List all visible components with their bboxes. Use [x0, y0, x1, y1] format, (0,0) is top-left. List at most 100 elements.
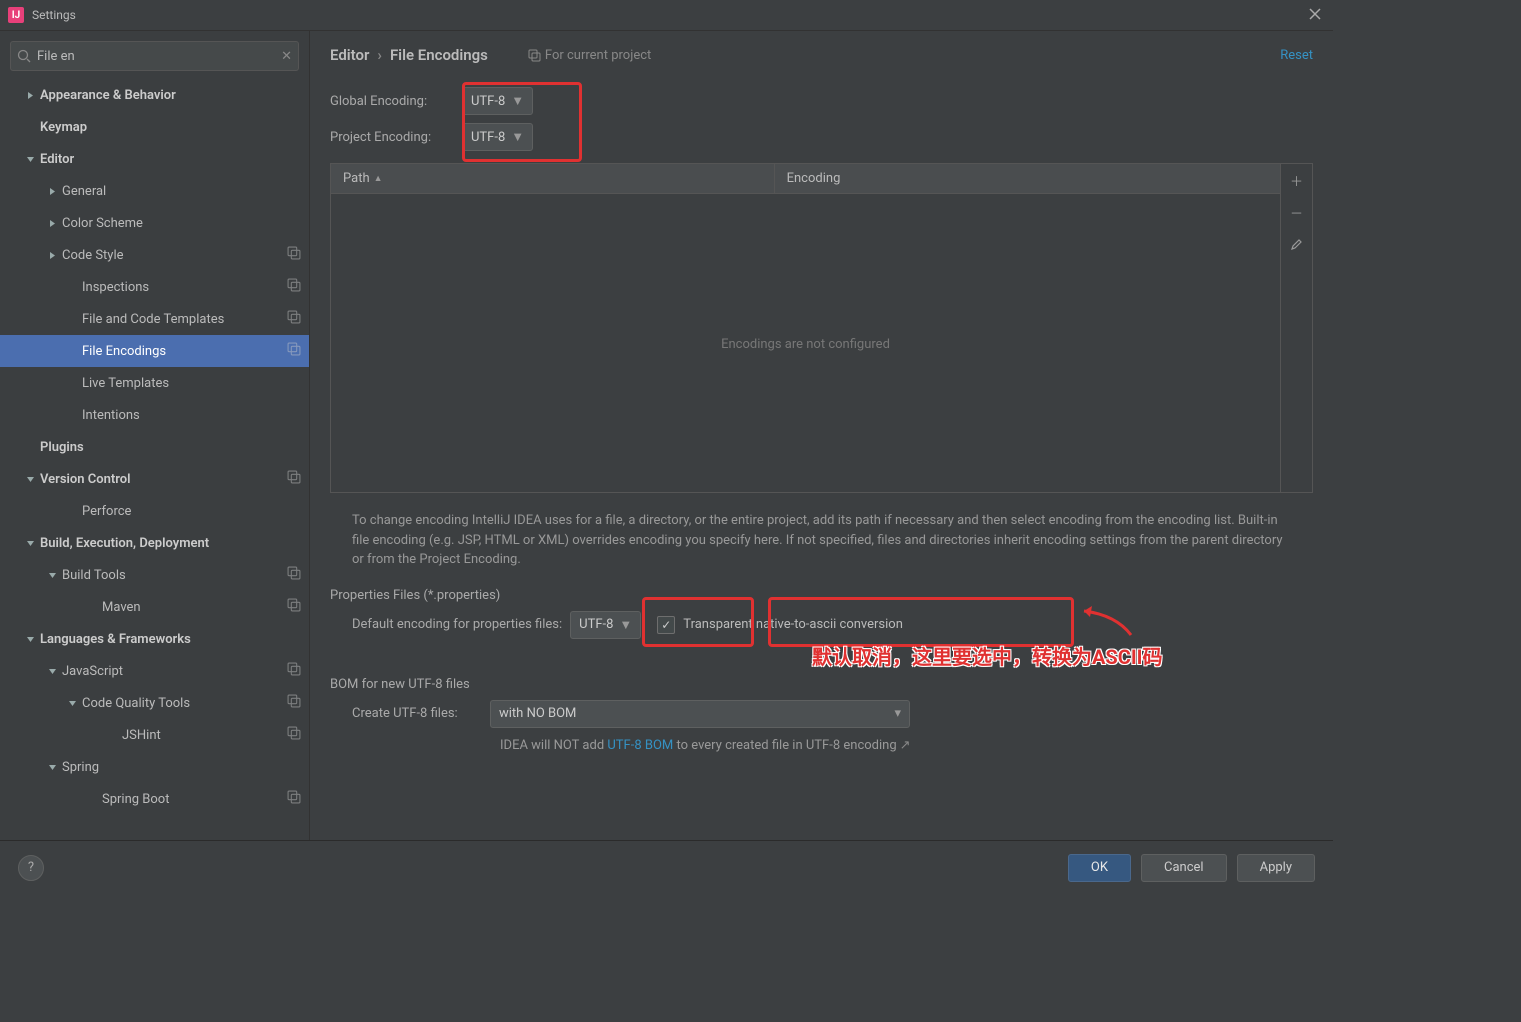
sidebar-item-keymap[interactable]: Keymap [0, 111, 309, 143]
sidebar-item-javascript[interactable]: JavaScript [0, 655, 309, 687]
for-current-project: For current project [528, 48, 651, 63]
project-scope-icon [287, 662, 301, 680]
sidebar-item-editor[interactable]: Editor [0, 143, 309, 175]
project-scope-icon [287, 310, 301, 328]
sidebar-item-jshint[interactable]: JSHint [0, 719, 309, 751]
chevron-icon [48, 251, 57, 260]
add-button[interactable]: ＋ [1281, 164, 1312, 196]
sidebar-item-label: Intentions [82, 408, 301, 423]
sidebar-item-file-and-code-templates[interactable]: File and Code Templates [0, 303, 309, 335]
sidebar-item-file-encodings[interactable]: File Encodings [0, 335, 309, 367]
properties-encoding-dropdown[interactable]: UTF-8 ▼ [570, 611, 641, 639]
global-encoding-dropdown[interactable]: UTF-8 ▼ [462, 87, 533, 115]
sidebar-item-live-templates[interactable]: Live Templates [0, 367, 309, 399]
sidebar-item-spring-boot[interactable]: Spring Boot [0, 783, 309, 815]
breadcrumb-current: File Encodings [390, 46, 488, 64]
project-scope-icon [287, 470, 301, 488]
sort-asc-icon: ▲ [374, 173, 383, 184]
project-scope-icon [287, 694, 301, 712]
help-text: To change encoding IntelliJ IDEA uses fo… [352, 511, 1292, 570]
project-scope-icon [287, 278, 301, 296]
sidebar-item-label: File Encodings [82, 344, 287, 359]
sidebar-item-intentions[interactable]: Intentions [0, 399, 309, 431]
sidebar-item-code-style[interactable]: Code Style [0, 239, 309, 271]
project-scope-icon [287, 342, 301, 360]
main-header: Editor › File Encodings For current proj… [310, 31, 1333, 79]
global-encoding-label: Global Encoding: [330, 94, 462, 109]
breadcrumb: Editor › File Encodings [330, 46, 488, 64]
chevron-icon [48, 219, 57, 228]
ok-button[interactable]: OK [1068, 854, 1131, 882]
search-box[interactable]: ✕ [10, 41, 299, 71]
sidebar-item-label: Code Style [62, 248, 287, 263]
annotation-arrow [1076, 605, 1136, 645]
create-utf8-label: Create UTF-8 files: [352, 706, 482, 721]
sidebar-item-label: Plugins [40, 440, 301, 455]
sidebar-item-label: Editor [40, 152, 301, 167]
chevron-icon [48, 571, 57, 580]
column-path[interactable]: Path▲ [331, 164, 775, 193]
remove-button[interactable]: － [1281, 196, 1312, 228]
copy-icon [528, 49, 541, 62]
chevron-down-icon: ▼ [511, 129, 524, 145]
sidebar-item-code-quality-tools[interactable]: Code Quality Tools [0, 687, 309, 719]
chevron-icon [26, 91, 35, 100]
sidebar-item-label: Code Quality Tools [82, 696, 287, 711]
chevron-icon [48, 187, 57, 196]
utf8-bom-link[interactable]: UTF-8 BOM [607, 738, 673, 753]
default-encoding-label: Default encoding for properties files: [352, 617, 562, 632]
sidebar-item-maven[interactable]: Maven [0, 591, 309, 623]
sidebar-item-appearance-behavior[interactable]: Appearance & Behavior [0, 79, 309, 111]
transparent-ascii-checkbox[interactable] [657, 616, 675, 634]
chevron-icon [48, 667, 57, 676]
window-title: Settings [32, 8, 76, 22]
sidebar-item-languages-frameworks[interactable]: Languages & Frameworks [0, 623, 309, 655]
clear-search-icon[interactable]: ✕ [281, 49, 292, 64]
sidebar-item-perforce[interactable]: Perforce [0, 495, 309, 527]
project-scope-icon [287, 246, 301, 264]
create-utf8-dropdown[interactable]: with NO BOM ▾ [490, 700, 910, 728]
table-empty-message: Encodings are not configured [331, 196, 1280, 492]
cancel-button[interactable]: Cancel [1141, 854, 1227, 882]
apply-button[interactable]: Apply [1237, 854, 1315, 882]
search-icon [17, 49, 31, 63]
sidebar-item-general[interactable]: General [0, 175, 309, 207]
sidebar-item-spring[interactable]: Spring [0, 751, 309, 783]
help-button[interactable]: ? [18, 855, 44, 881]
reset-link[interactable]: Reset [1280, 48, 1313, 63]
bom-note: IDEA will NOT add UTF-8 BOM to every cre… [500, 738, 1313, 753]
project-scope-icon [287, 566, 301, 584]
sidebar-item-color-scheme[interactable]: Color Scheme [0, 207, 309, 239]
sidebar-item-build-execution-deployment[interactable]: Build, Execution, Deployment [0, 527, 309, 559]
sidebar-item-label: File and Code Templates [82, 312, 287, 327]
sidebar-item-inspections[interactable]: Inspections [0, 271, 309, 303]
sidebar-item-label: Color Scheme [62, 216, 301, 231]
properties-section-title: Properties Files (*.properties) [330, 588, 1313, 603]
chevron-down-icon: ▼ [511, 93, 524, 109]
chevron-icon [26, 635, 35, 644]
sidebar-item-label: Keymap [40, 120, 301, 135]
chevron-icon [26, 155, 35, 164]
sidebar-item-build-tools[interactable]: Build Tools [0, 559, 309, 591]
column-encoding[interactable]: Encoding [775, 164, 1280, 193]
sidebar-item-label: Perforce [82, 504, 301, 519]
project-scope-icon [287, 598, 301, 616]
edit-button[interactable] [1281, 228, 1312, 260]
settings-tree: Appearance & Behavior Keymap Editor General… [0, 77, 309, 840]
project-scope-icon [287, 726, 301, 744]
sidebar-item-version-control[interactable]: Version Control [0, 463, 309, 495]
app-icon: IJ [8, 7, 24, 23]
sidebar-item-label: Languages & Frameworks [40, 632, 301, 647]
footer: ? OK Cancel Apply [0, 840, 1333, 894]
close-button[interactable] [1305, 4, 1325, 24]
project-encoding-label: Project Encoding: [330, 130, 462, 145]
breadcrumb-parent[interactable]: Editor [330, 46, 369, 64]
search-input[interactable] [37, 49, 281, 64]
chevron-icon [68, 699, 77, 708]
sidebar-item-label: JSHint [122, 728, 287, 743]
external-link-icon: ↗ [900, 738, 911, 753]
annotation-text: 默认取消，这里要选中，转换为ASCII码 [812, 641, 1163, 670]
sidebar-item-label: Live Templates [82, 376, 301, 391]
project-encoding-dropdown[interactable]: UTF-8 ▼ [462, 123, 533, 151]
sidebar-item-plugins[interactable]: Plugins [0, 431, 309, 463]
